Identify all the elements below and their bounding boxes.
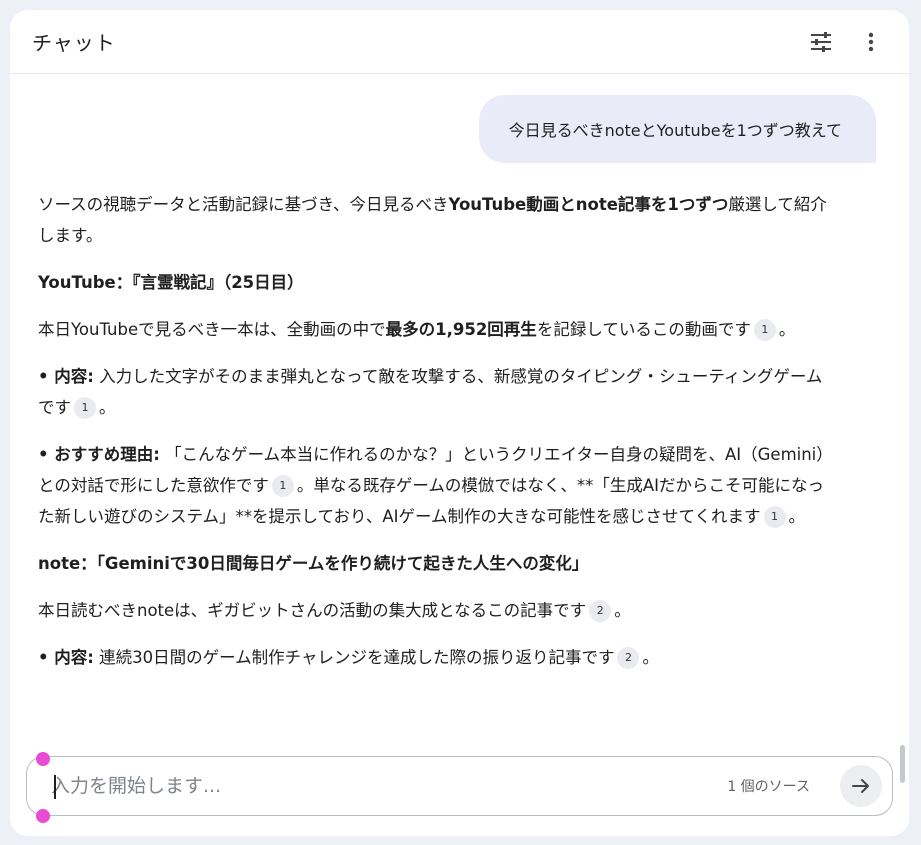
period: 。: [642, 648, 659, 667]
chat-input[interactable]: [51, 775, 728, 797]
arrow-right-icon: [852, 779, 869, 793]
period: 。: [99, 398, 116, 417]
note-heading: note：「Geminiで30日間毎日ゲームを作り続けて起きた人生への変化」: [38, 548, 828, 579]
citation-badge[interactable]: 1: [763, 506, 786, 528]
note-heading-text: note：「Geminiで30日間毎日ゲームを作り続けて起きた人生への変化」: [38, 554, 589, 573]
citation-badge[interactable]: 2: [589, 600, 612, 622]
period: 。: [788, 507, 806, 526]
bullet-label: • おすすめ理由:: [38, 445, 160, 464]
text-caret: [54, 775, 56, 799]
chat-panel: チャット 今日見るべきnoteとYoutubeを1つずつ教えて ソースの視聴デー…: [10, 10, 909, 836]
selection-handle-top[interactable]: [36, 752, 50, 766]
scrollbar-thumb[interactable]: [900, 745, 905, 783]
note-content-bullet: • 内容: 連続30日間のゲーム制作チャレンジを達成した際の振り返り記事です 2。: [38, 642, 828, 673]
period: 。: [614, 601, 631, 620]
youtube-reason-bullet: • おすすめ理由: 「こんなゲーム本当に作れるのかな？」というクリエイター自身の…: [38, 439, 828, 532]
chat-scroll-area[interactable]: 今日見るべきnoteとYoutubeを1つずつ教えて ソースの視聴データと活動記…: [10, 75, 909, 836]
youtube-bold: 最多の1,952回再生: [385, 320, 537, 339]
note-paragraph: 本日読むべきnoteは、ギガビットさんの活動の集大成となるこの記事です 2。: [38, 595, 828, 626]
more-vert-icon: [868, 32, 874, 51]
citation-badge[interactable]: 2: [617, 647, 640, 669]
intro-text: ソースの視聴データと活動記録に基づき、今日見るべき: [38, 195, 449, 214]
chat-header: チャット: [10, 10, 909, 74]
note-text: 本日読むべきnoteは、ギガビットさんの活動の集大成となるこの記事です: [38, 601, 587, 620]
answer-intro: ソースの視聴データと活動記録に基づき、今日見るべきYouTube動画とnote記…: [38, 189, 828, 251]
user-message-bubble: 今日見るべきnoteとYoutubeを1つずつ教えて: [478, 95, 876, 163]
bullet-text: 入力した文字がそのまま弾丸となって敵を攻撃する、新感覚のタイピング・シューティン…: [38, 367, 823, 417]
more-options-button[interactable]: [855, 26, 887, 58]
period: 。: [778, 320, 796, 339]
citation-badge[interactable]: 1: [753, 319, 776, 341]
assistant-response: ソースの視聴データと活動記録に基づき、今日見るべきYouTube動画とnote記…: [38, 189, 828, 689]
youtube-text-b: を記録しているこの動画です: [536, 320, 751, 339]
send-button[interactable]: [840, 765, 882, 807]
source-count-label: 1 個のソース: [727, 779, 810, 795]
intro-bold: YouTube動画とnote記事を1つずつ: [448, 195, 729, 214]
chat-input-box[interactable]: 1 個のソース: [26, 756, 893, 816]
settings-sliders-button[interactable]: [805, 26, 837, 58]
citation-badge[interactable]: 1: [271, 475, 294, 497]
youtube-heading-text: YouTube：『言霊戦記』（25日目）: [38, 273, 304, 292]
youtube-content-bullet: • 内容: 入力した文字がそのまま弾丸となって敵を攻撃する、新感覚のタイピング・…: [38, 361, 828, 423]
citation-badge[interactable]: 1: [74, 397, 96, 419]
youtube-paragraph: 本日YouTubeで見るべき一本は、全動画の中で最多の1,952回再生を記録して…: [38, 314, 828, 345]
youtube-text: 本日YouTubeで見るべき一本は、全動画の中で: [38, 320, 386, 339]
selection-handle-bottom[interactable]: [36, 809, 50, 823]
bullet-label: • 内容:: [38, 648, 94, 667]
chat-title: チャット: [32, 31, 116, 55]
bullet-text: 連続30日間のゲーム制作チャレンジを達成した際の振り返り記事です: [93, 648, 615, 667]
youtube-heading: YouTube：『言霊戦記』（25日目）: [38, 267, 828, 298]
bullet-label: • 内容:: [38, 367, 94, 386]
tune-icon: [811, 31, 831, 52]
